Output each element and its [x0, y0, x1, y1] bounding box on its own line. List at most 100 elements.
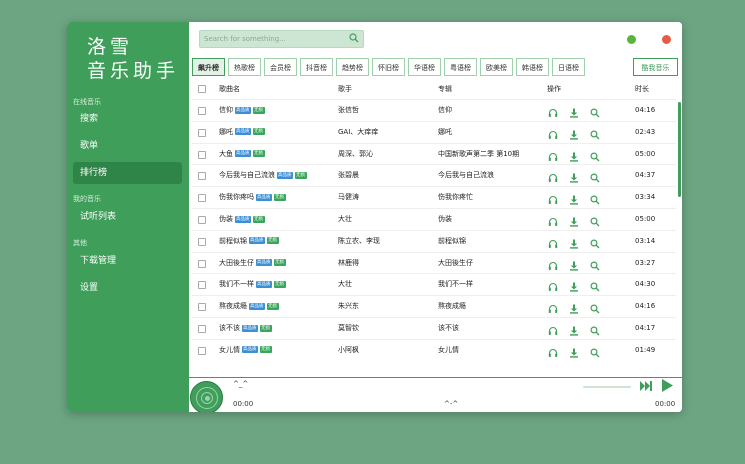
- row-checkbox[interactable]: [198, 237, 206, 246]
- album-cell[interactable]: 娜吒: [438, 122, 538, 144]
- search-song-icon[interactable]: [590, 302, 600, 314]
- singer-cell[interactable]: 周深、郭沁: [338, 144, 373, 166]
- search-song-icon[interactable]: [590, 128, 600, 140]
- listen-icon[interactable]: [548, 324, 558, 335]
- listen-icon[interactable]: [548, 346, 558, 357]
- album-cell[interactable]: 女儿情: [438, 340, 538, 362]
- singer-cell[interactable]: 张碧晨: [338, 165, 359, 187]
- row-checkbox[interactable]: [198, 194, 206, 203]
- source-select[interactable]: 酷我音乐: [633, 58, 678, 76]
- row-checkbox[interactable]: [198, 107, 206, 115]
- singer-cell[interactable]: 马健涛: [338, 187, 359, 209]
- download-icon[interactable]: [569, 128, 579, 140]
- row-checkbox[interactable]: [198, 128, 206, 137]
- singer-cell[interactable]: 莫智钦: [338, 318, 359, 340]
- play-icon[interactable]: [662, 379, 673, 392]
- download-icon[interactable]: [569, 324, 579, 336]
- download-icon[interactable]: [569, 106, 579, 118]
- row-checkbox[interactable]: [198, 216, 206, 224]
- tab-japanese[interactable]: 日语榜: [552, 58, 585, 76]
- table-row[interactable]: 大田後生仔 高品质 无损 林鹿得 大田後生仔 03:27: [192, 251, 676, 275]
- row-checkbox[interactable]: [198, 259, 206, 268]
- download-icon[interactable]: [569, 259, 579, 271]
- table-row[interactable]: 前程似锦 高品质 无损 陈立农、李现 前程似锦 03:14: [192, 229, 676, 253]
- tab-soaring[interactable]: 飙升榜: [192, 58, 225, 76]
- sidebar-item-trial-list[interactable]: 试听列表: [73, 206, 182, 228]
- listen-icon[interactable]: [548, 215, 558, 226]
- singer-cell[interactable]: 朱兴东: [338, 296, 359, 318]
- search-song-icon[interactable]: [590, 215, 600, 227]
- tab-hot-songs[interactable]: 热歌榜: [228, 58, 261, 76]
- album-cell[interactable]: 伤我你疼忙: [438, 187, 538, 209]
- listen-icon[interactable]: [548, 106, 558, 117]
- listen-icon[interactable]: [548, 302, 558, 314]
- download-icon[interactable]: [569, 346, 579, 358]
- search-song-icon[interactable]: [590, 150, 600, 162]
- search-song-icon[interactable]: [590, 171, 600, 183]
- search-song-icon[interactable]: [590, 193, 600, 205]
- search-song-icon[interactable]: [590, 346, 600, 358]
- search-song-icon[interactable]: [590, 106, 600, 118]
- row-checkbox[interactable]: [198, 150, 206, 159]
- table-row[interactable]: 今后我与自己流浪 高品质 无损 张碧晨 今后我与自己流浪 04:37: [192, 164, 676, 187]
- sidebar-item-download-manage[interactable]: 下载管理: [73, 250, 182, 272]
- singer-cell[interactable]: 大壮: [338, 274, 352, 296]
- sidebar-item-songlist[interactable]: 歌单: [73, 135, 182, 157]
- tab-nostalgia[interactable]: 怀旧榜: [372, 58, 405, 76]
- tab-korean[interactable]: 韩语榜: [516, 58, 549, 76]
- table-row[interactable]: 熬夜成瘾 高品质 无损 朱兴东 熬夜成瘾 04:16: [192, 295, 676, 318]
- listen-icon[interactable]: [548, 280, 558, 292]
- row-checkbox[interactable]: [198, 172, 206, 181]
- search-song-icon[interactable]: [590, 280, 600, 292]
- singer-cell[interactable]: GAI、大痒痒: [338, 122, 378, 144]
- album-cell[interactable]: 该不该: [438, 318, 538, 340]
- search-input[interactable]: [204, 31, 344, 47]
- album-cell[interactable]: 我们不一样: [438, 274, 538, 296]
- search-song-icon[interactable]: [590, 324, 600, 336]
- download-icon[interactable]: [569, 193, 579, 205]
- tab-douyin[interactable]: 抖音榜: [300, 58, 333, 76]
- download-icon[interactable]: [569, 215, 579, 227]
- singer-cell[interactable]: 大壮: [338, 209, 352, 231]
- close-button[interactable]: [662, 35, 671, 44]
- listen-icon[interactable]: [548, 259, 558, 270]
- tab-mandarin[interactable]: 华语榜: [408, 58, 441, 76]
- tab-cantonese[interactable]: 粤语榜: [444, 58, 477, 76]
- table-row[interactable]: 娜吒 高品质 无损 GAI、大痒痒 娜吒 02:43: [192, 120, 676, 144]
- album-cell[interactable]: 大田後生仔: [438, 253, 538, 275]
- table-scrollbar[interactable]: [678, 102, 681, 197]
- download-icon[interactable]: [569, 171, 579, 183]
- listen-icon[interactable]: [548, 237, 558, 248]
- row-checkbox[interactable]: [198, 325, 206, 333]
- table-row[interactable]: 伪装 高品质 无损 大壮 伪装 05:00: [192, 208, 676, 231]
- minimize-button[interactable]: [627, 35, 636, 44]
- sidebar-item-leaderboard[interactable]: 排行榜: [73, 162, 182, 184]
- sidebar-item-search[interactable]: 搜索: [73, 108, 182, 130]
- search-icon[interactable]: [349, 33, 359, 43]
- singer-cell[interactable]: 小阿枫: [338, 340, 359, 362]
- listen-icon[interactable]: [548, 171, 558, 183]
- search-song-icon[interactable]: [590, 259, 600, 271]
- album-cell[interactable]: 信仰: [438, 100, 538, 122]
- download-icon[interactable]: [569, 150, 579, 162]
- volume-slider[interactable]: [583, 386, 631, 388]
- album-cell[interactable]: 前程似锦: [438, 231, 538, 253]
- table-row[interactable]: 信仰 高品质 无损 张信哲 信仰 04:16: [192, 99, 676, 122]
- next-track-icon[interactable]: [640, 381, 652, 391]
- tab-trend[interactable]: 趋势榜: [336, 58, 369, 76]
- row-checkbox[interactable]: [198, 281, 206, 290]
- album-cell[interactable]: 伪装: [438, 209, 538, 231]
- download-icon[interactable]: [569, 237, 579, 249]
- singer-cell[interactable]: 陈立农、李现: [338, 231, 380, 253]
- listen-icon[interactable]: [548, 193, 558, 205]
- select-all-checkbox[interactable]: [198, 85, 206, 93]
- table-row[interactable]: 大鱼 高品质 无损 周深、郭沁 中国新歌声第二季 第10期 05:00: [192, 142, 676, 166]
- album-cell[interactable]: 今后我与自己流浪: [438, 165, 538, 187]
- sidebar-item-settings[interactable]: 设置: [73, 277, 182, 299]
- singer-cell[interactable]: 张信哲: [338, 100, 359, 122]
- album-cell[interactable]: 熬夜成瘾: [438, 296, 538, 318]
- table-row[interactable]: 该不该 高品质 无损 莫智钦 该不该 04:17: [192, 317, 676, 340]
- table-row[interactable]: 伤我你疼吗 高品质 无损 马健涛 伤我你疼忙 03:34: [192, 186, 676, 209]
- row-checkbox[interactable]: [198, 346, 206, 355]
- table-row[interactable]: 我们不一样 高品质 无损 大壮 我们不一样 04:30: [192, 273, 676, 296]
